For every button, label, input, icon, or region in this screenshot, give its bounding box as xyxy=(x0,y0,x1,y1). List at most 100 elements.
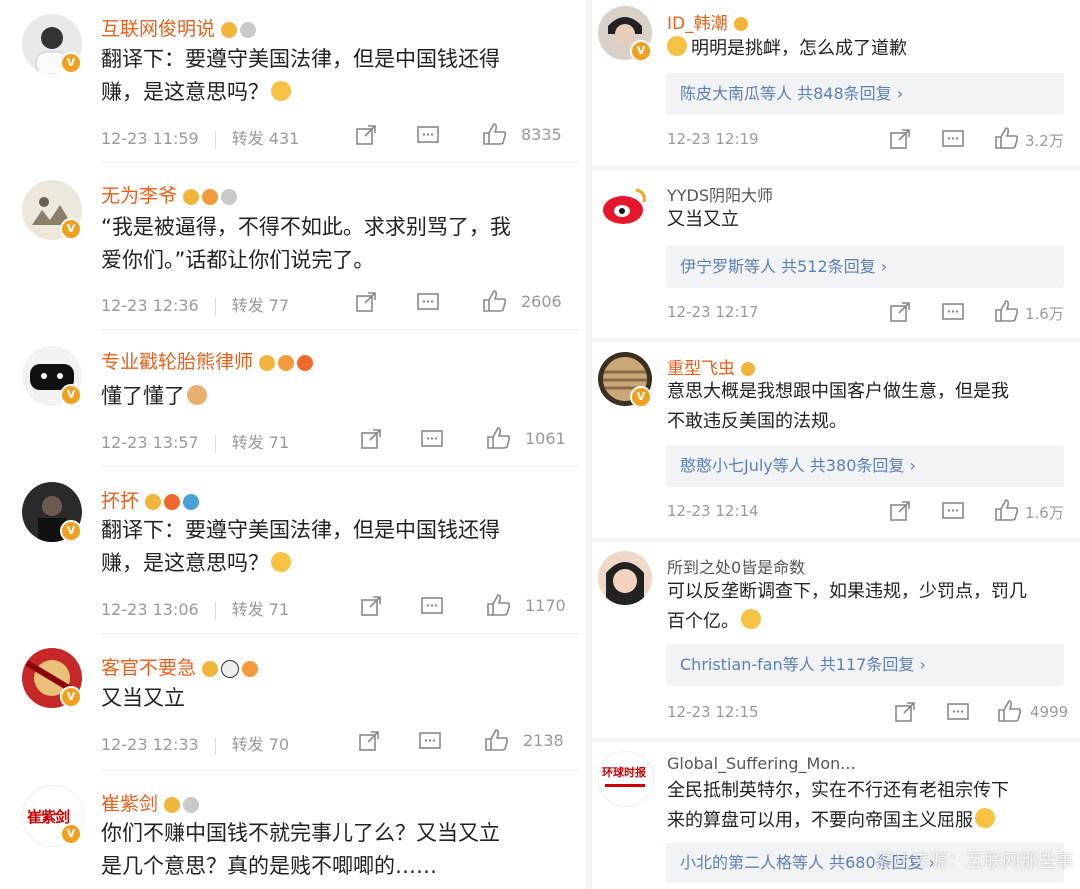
avatar[interactable] xyxy=(598,180,652,234)
crown-icon xyxy=(733,17,748,31)
like-icon[interactable] xyxy=(997,699,1023,723)
like-count: 1061 xyxy=(525,429,566,448)
share-icon[interactable] xyxy=(355,124,377,146)
share-icon[interactable] xyxy=(889,500,911,522)
repost-count[interactable]: 转发 70 xyxy=(232,735,289,754)
share-icon[interactable] xyxy=(360,595,382,617)
username[interactable]: Global_Suffering_Mon... xyxy=(667,754,856,773)
comment-icon[interactable] xyxy=(941,500,965,522)
like-count: 1.6万 xyxy=(1025,504,1064,522)
level-icon xyxy=(240,22,257,38)
like-icon[interactable] xyxy=(994,299,1020,323)
repost-count[interactable]: 转发 71 xyxy=(232,433,289,452)
doge-emoji-icon xyxy=(271,81,291,101)
like-count: 1170 xyxy=(525,596,566,615)
comment-icon[interactable] xyxy=(941,301,965,323)
comment-text: 懂了懂了 xyxy=(101,380,207,413)
comment-text: “我是被逼得，不得不如此。求求别骂了，我 爱你们。”话都让你们说完了。 xyxy=(101,215,511,272)
user-badges xyxy=(183,186,240,208)
crown-icon xyxy=(202,661,219,677)
username[interactable]: 客官不要急 xyxy=(101,653,261,680)
like-icon[interactable] xyxy=(994,126,1020,150)
drool-emoji-icon xyxy=(271,552,291,572)
verified-badge-icon: V xyxy=(60,520,82,542)
timestamp: 12-23 12:17 xyxy=(667,303,759,321)
username[interactable]: 专业戳轮胎熊律师 xyxy=(101,347,316,374)
reply-summary-link[interactable]: Christian-fan等人 共117条回复 › xyxy=(666,644,1064,686)
username[interactable]: 互联网俊明说 xyxy=(101,14,259,41)
comment-text: 意思大概是我想跟中国客户做生意，但是我 不敢违反美国的法规。 xyxy=(667,381,1009,432)
comment-icon[interactable] xyxy=(418,730,442,752)
comment-icon[interactable] xyxy=(416,124,440,146)
comment-icon[interactable] xyxy=(420,595,444,617)
reply-summary-link[interactable]: 憨憨小七July等人 共380条回复 › xyxy=(666,445,1064,487)
repost-count[interactable]: 转发 71 xyxy=(232,600,289,619)
repost-count[interactable]: 转发 77 xyxy=(232,296,289,315)
verified-badge-icon: V xyxy=(60,823,82,845)
comment-text: 翻译下：要遵守美国法律，但是中国钱还得 赚，是这意思吗？ xyxy=(101,518,500,575)
like-icon[interactable] xyxy=(482,289,508,313)
comment-icon[interactable] xyxy=(416,291,440,313)
comment-text: 又当又立 xyxy=(667,209,739,230)
username[interactable]: 崔紫剑 xyxy=(101,789,202,816)
comment-icon[interactable] xyxy=(420,428,444,450)
divider xyxy=(592,538,1080,542)
column-divider xyxy=(586,0,592,889)
verified-badge-icon: V xyxy=(60,218,82,240)
crown-icon xyxy=(183,189,200,205)
divider xyxy=(101,329,579,330)
doge-emoji-icon xyxy=(975,808,995,828)
like-count: 1.6万 xyxy=(1025,305,1064,323)
comment-meta: 12-23 11:59 转发 431 xyxy=(101,125,299,149)
verified-badge-icon: V xyxy=(60,52,82,74)
like-count: 2606 xyxy=(521,292,562,311)
timestamp: 12-23 13:06 xyxy=(101,600,199,619)
like-icon[interactable] xyxy=(482,122,508,146)
share-icon[interactable] xyxy=(358,730,380,752)
level-icon xyxy=(221,189,238,205)
comment-icon[interactable] xyxy=(946,701,970,723)
reply-summary-link[interactable]: 伊宁罗斯等人 共512条回复 › xyxy=(666,246,1064,288)
like-icon[interactable] xyxy=(486,593,512,617)
verified-badge-icon: V xyxy=(630,40,652,62)
share-icon[interactable] xyxy=(894,701,916,723)
medal-icon xyxy=(242,661,259,677)
share-icon[interactable] xyxy=(889,301,911,323)
share-icon[interactable] xyxy=(355,291,377,313)
panda-icon xyxy=(221,660,240,678)
like-icon[interactable] xyxy=(486,426,512,450)
avatar[interactable]: 环球时报 xyxy=(598,751,654,807)
avatar[interactable] xyxy=(598,551,652,605)
crown-icon xyxy=(145,494,162,510)
crown-icon xyxy=(741,362,755,376)
reply-summary-link[interactable]: 陈皮大南瓜等人 共848条回复 › xyxy=(666,73,1064,115)
repost-count[interactable]: 转发 431 xyxy=(232,129,300,148)
comment-text: 又当又立 xyxy=(101,686,185,710)
smile-emoji-icon xyxy=(741,609,761,629)
verified-badge-icon: V xyxy=(60,686,82,708)
user-badges xyxy=(221,19,259,41)
verified-badge-icon: V xyxy=(60,384,82,406)
megaphone-icon xyxy=(297,355,314,371)
cat-emoji-icon xyxy=(187,385,207,405)
username[interactable]: 抔抔 xyxy=(101,486,202,513)
crown-icon xyxy=(164,797,181,813)
like-icon[interactable] xyxy=(994,498,1020,522)
user-badges xyxy=(164,794,202,816)
comment-meta: 12-23 12:36 转发 77 xyxy=(101,292,289,316)
share-icon[interactable] xyxy=(889,128,911,150)
medal-icon xyxy=(278,355,295,371)
like-icon[interactable] xyxy=(484,728,510,752)
user-badges xyxy=(202,658,261,680)
comment-text: 全民抵制英特尔，实在不行还有老祖宗传下 来的算盘可以用，不要向帝国主义屈服 xyxy=(667,780,1009,831)
username[interactable]: 无为李爷 xyxy=(101,181,240,208)
username[interactable]: 所到之处0皆是命数 xyxy=(667,554,805,578)
username[interactable]: ID_韩潮 xyxy=(667,9,751,34)
comment-icon[interactable] xyxy=(941,128,965,150)
divider xyxy=(101,466,579,467)
username[interactable]: 重型飞虫 xyxy=(667,354,758,379)
username[interactable]: YYDS阴阳大师 xyxy=(667,182,773,206)
divider xyxy=(101,162,579,163)
timestamp: 12-23 12:15 xyxy=(667,703,759,721)
share-icon[interactable] xyxy=(360,428,382,450)
